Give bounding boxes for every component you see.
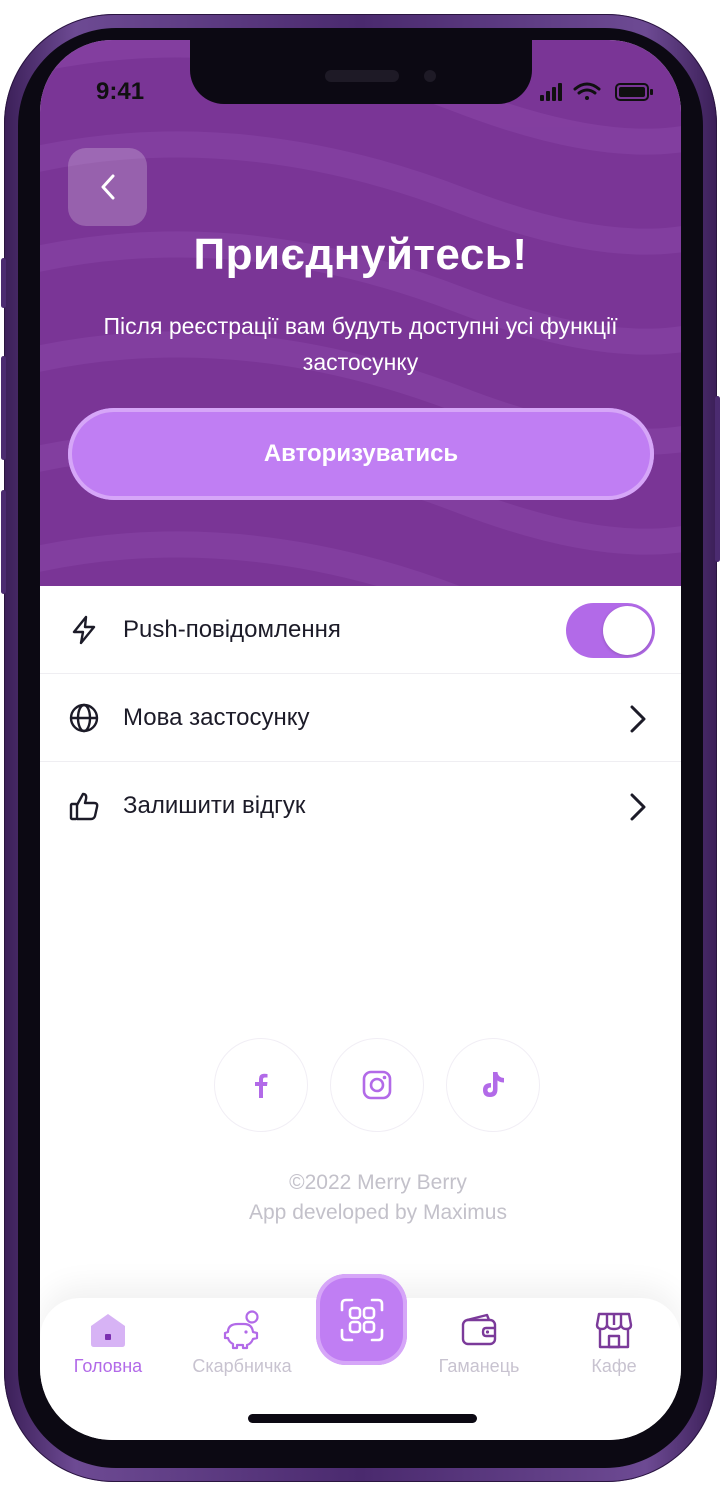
home-indicator xyxy=(248,1414,477,1423)
developer-credit: App developed by Maximus xyxy=(249,1201,507,1224)
page-title: Приєднуйтесь! xyxy=(193,230,528,279)
settings-row-label: Мова застосунку xyxy=(123,704,310,731)
phone-notch xyxy=(190,40,532,104)
signal-icon xyxy=(540,83,562,101)
store-icon xyxy=(595,1312,633,1349)
piggy-bank-icon xyxy=(223,1310,259,1350)
footer-text: ©2022 Merry Berry App developed by Maxim… xyxy=(40,1168,681,1228)
qr-scan-button[interactable] xyxy=(316,1274,407,1365)
tab-cafe[interactable]: Кафе xyxy=(554,1310,674,1380)
tiktok-button[interactable] xyxy=(446,1038,540,1132)
back-button[interactable] xyxy=(68,148,147,226)
settings-row-label: Залишити відгук xyxy=(123,792,306,819)
chevron-left-icon xyxy=(101,174,114,200)
settings-row-feedback[interactable]: Залишити відгук xyxy=(40,762,681,850)
facebook-button[interactable] xyxy=(214,1038,308,1132)
home-icon xyxy=(91,1314,125,1347)
globe-icon xyxy=(69,703,99,733)
qr-code-icon xyxy=(340,1298,383,1341)
phone-volume-up xyxy=(1,356,6,460)
tab-home[interactable]: Головна xyxy=(48,1310,168,1380)
wifi-icon xyxy=(573,82,601,100)
app-screen: 9:41 Приєднуйтесь! Після реєстрації вам … xyxy=(40,40,681,1440)
instagram-icon xyxy=(362,1070,392,1100)
phone-power-button xyxy=(715,396,720,562)
chevron-right-icon xyxy=(630,793,646,821)
toggle-knob xyxy=(603,606,652,655)
settings-row-language[interactable]: Мова застосунку xyxy=(40,674,681,762)
thumbs-up-icon xyxy=(69,792,99,821)
tab-piggy-bank[interactable]: Скарбничка xyxy=(182,1310,302,1380)
settings-row-label: Push-повідомлення xyxy=(123,616,341,643)
chevron-right-icon xyxy=(630,705,646,733)
facebook-icon xyxy=(255,1073,268,1098)
status-time: 9:41 xyxy=(96,78,145,105)
header-section: 9:41 Приєднуйтесь! Після реєстрації вам … xyxy=(40,40,681,586)
phone-side-button xyxy=(1,258,6,308)
settings-row-push[interactable]: Push-повідомлення xyxy=(40,586,681,674)
tab-label: Головна xyxy=(73,1356,143,1376)
push-toggle[interactable] xyxy=(566,603,655,658)
page-subtitle: Після реєстрації вам будуть доступні усі… xyxy=(103,313,618,375)
phone-volume-down xyxy=(1,490,6,594)
tab-label: Гаманець xyxy=(438,1356,520,1376)
tab-label: Скарбничка xyxy=(192,1356,292,1376)
tab-label: Кафе xyxy=(591,1356,637,1376)
wallet-icon xyxy=(461,1313,497,1346)
battery-icon xyxy=(615,83,653,101)
tab-wallet[interactable]: Гаманець xyxy=(419,1310,539,1380)
authorize-button[interactable]: Авторизуватись xyxy=(68,408,654,500)
copyright-text: ©2022 Merry Berry xyxy=(289,1171,467,1194)
lightning-icon xyxy=(72,615,96,645)
tiktok-icon xyxy=(483,1072,504,1097)
status-icons xyxy=(540,82,653,101)
instagram-button[interactable] xyxy=(330,1038,424,1132)
